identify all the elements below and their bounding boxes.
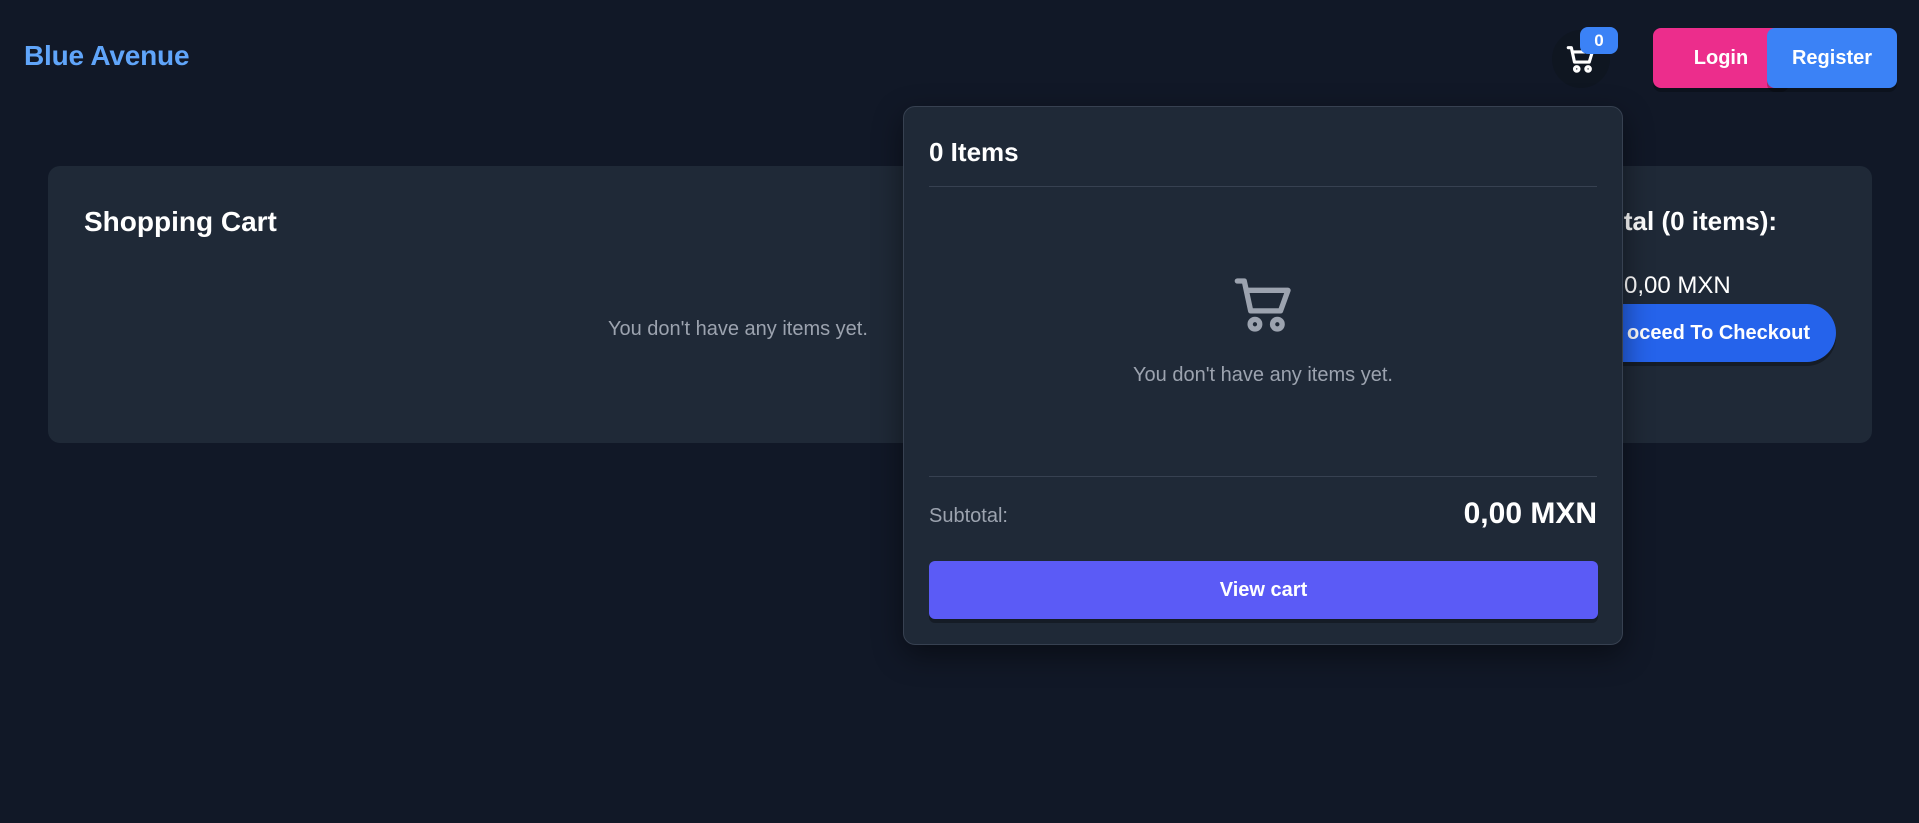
order-summary-title: otal (0 items): — [1608, 206, 1778, 236]
order-summary-amount: 0,00 MXN — [1624, 272, 1731, 299]
view-cart-button[interactable]: View cart — [929, 561, 1598, 619]
subtotal-label: Subtotal: — [929, 505, 1008, 527]
empty-cart-message: You don't have any items yet. — [608, 318, 868, 340]
cart-count-badge: 0 — [1580, 27, 1618, 54]
divider — [929, 476, 1597, 477]
cart-dropdown: 0 Items You don't have any items yet. Su… — [903, 106, 1623, 645]
dropdown-empty-message: You don't have any items yet. — [1133, 364, 1393, 386]
register-button[interactable]: Register — [1767, 28, 1897, 88]
divider — [929, 186, 1597, 187]
dropdown-item-count: 0 Items — [929, 137, 1019, 167]
brand-logo[interactable]: Blue Avenue — [24, 40, 190, 72]
page-title: Shopping Cart — [84, 206, 277, 237]
subtotal-value: 0,00 MXN — [1463, 497, 1597, 530]
empty-cart-icon — [1234, 278, 1291, 332]
page: Blue Avenue 0 Login Register Shopping Ca… — [0, 0, 1919, 823]
